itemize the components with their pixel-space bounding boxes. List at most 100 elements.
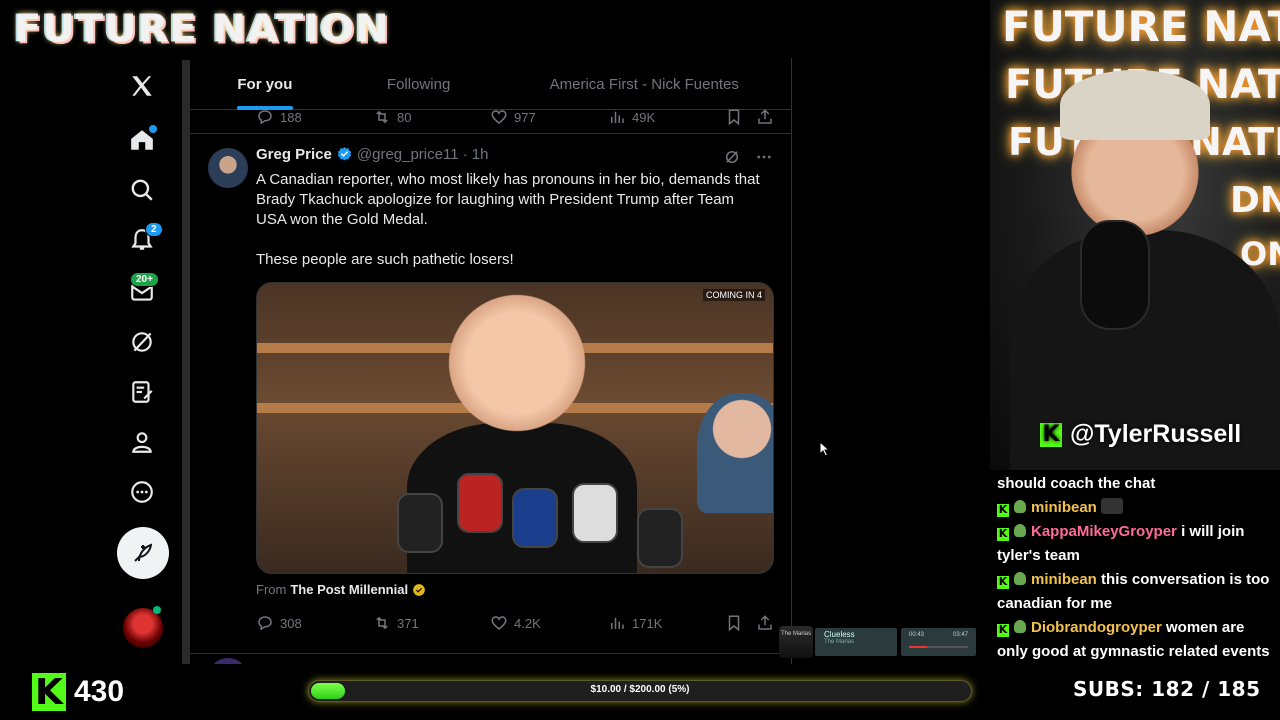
repost-count: 80 bbox=[397, 109, 412, 125]
kick-logo-icon: K bbox=[1040, 422, 1062, 447]
tweet-header: Greg Price @greg_price11 · 1h bbox=[256, 146, 488, 163]
chat-text: should coach the chat bbox=[997, 475, 1156, 492]
kick-badge-icon: K bbox=[997, 527, 1009, 541]
analytics-icon bbox=[611, 617, 624, 629]
bookmark-icon bbox=[728, 615, 740, 632]
song-artist: The Marias bbox=[824, 639, 855, 645]
song-total: 03:47 bbox=[952, 632, 968, 638]
account-status-dot bbox=[153, 606, 161, 614]
notifications-badge: 2 bbox=[145, 222, 163, 237]
mouse-cursor-icon bbox=[819, 441, 831, 457]
tab-america-first[interactable]: America First - Nick Fuentes bbox=[497, 58, 791, 110]
song-progress-fill bbox=[909, 646, 927, 648]
webcam-feed: FUTURE NATION FUTURE NATION FUTURE NATIO… bbox=[990, 0, 1280, 470]
share-icon bbox=[758, 615, 772, 630]
repost-count: 371 bbox=[397, 615, 419, 631]
repost-icon bbox=[376, 616, 388, 630]
stream-title: FUTURE NATION bbox=[14, 7, 390, 51]
grok-explain-icon[interactable] bbox=[723, 148, 741, 166]
messages-badge: 20+ bbox=[130, 272, 159, 287]
reply-icon bbox=[258, 616, 272, 631]
chat-emote-icon bbox=[1101, 498, 1124, 514]
pepe-badge-icon bbox=[1014, 524, 1026, 537]
tweet-timestamp[interactable]: · 1h bbox=[463, 146, 489, 163]
chat-username: KappaMikeyGroyper bbox=[1031, 523, 1177, 540]
x-logo-icon[interactable] bbox=[118, 62, 166, 110]
tweet-body: A Canadian reporter, who most likely has… bbox=[256, 170, 761, 270]
sidebar-scrollbar[interactable] bbox=[182, 60, 190, 664]
now-playing-song: Clueless The Marias bbox=[815, 628, 897, 656]
timeline-tabs: For you Following America First - Nick F… bbox=[190, 58, 791, 110]
reply-count: 188 bbox=[280, 109, 302, 125]
views-count: 49K bbox=[632, 109, 656, 125]
profile-icon[interactable] bbox=[118, 418, 166, 466]
compose-post-button[interactable] bbox=[117, 527, 169, 579]
more-icon[interactable] bbox=[118, 468, 166, 516]
tweet-author-handle[interactable]: @greg_price11 bbox=[357, 146, 459, 163]
views-button[interactable]: 171K bbox=[608, 614, 662, 632]
repost-button[interactable]: 80 bbox=[373, 108, 411, 126]
share-button[interactable] bbox=[756, 614, 774, 632]
tweet-video[interactable]: COMING IN 4 bbox=[256, 282, 774, 574]
x-sidebar: 2 20+ bbox=[0, 58, 182, 668]
neon-sign-text: DN bbox=[1230, 180, 1280, 221]
song-progress: 00:43 03:47 bbox=[901, 628, 976, 656]
views-button[interactable]: 49K bbox=[608, 108, 655, 126]
bookmark-button[interactable] bbox=[725, 614, 743, 632]
heart-icon bbox=[491, 110, 507, 124]
chat-message: should coach the chat bbox=[997, 472, 1273, 496]
home-icon[interactable] bbox=[118, 116, 166, 164]
verified-badge-icon bbox=[337, 147, 352, 161]
like-count: 4.2K bbox=[514, 615, 541, 631]
chat-username: minibean bbox=[1031, 571, 1097, 588]
source-name[interactable]: The Post Millennial bbox=[290, 582, 408, 597]
kick-badge-icon: K bbox=[997, 623, 1009, 637]
music-logo: The Marias bbox=[779, 626, 813, 658]
next-tweet-avatar[interactable] bbox=[208, 658, 248, 664]
reply-button[interactable]: 308 bbox=[256, 614, 302, 632]
subs-counter: SUBS: 182 / 185 bbox=[1073, 677, 1261, 701]
chat-message: Kminibean this conversation is too canad… bbox=[997, 568, 1273, 616]
kick-badge-icon: K bbox=[997, 503, 1009, 517]
repost-button[interactable]: 371 bbox=[373, 614, 419, 632]
microphone bbox=[512, 488, 558, 548]
chat-message: K Diobrandogroyper women are only good at… bbox=[997, 616, 1273, 664]
reply-icon bbox=[258, 110, 272, 125]
account-avatar[interactable] bbox=[123, 608, 163, 648]
kick-logo-icon: K bbox=[32, 672, 66, 713]
reply-button[interactable]: 188 bbox=[256, 108, 302, 126]
feather-icon bbox=[134, 543, 153, 562]
streamer-hat bbox=[1060, 70, 1210, 140]
repost-icon bbox=[376, 110, 388, 124]
tweet[interactable]: Greg Price @greg_price11 · 1h A Canadian… bbox=[190, 134, 791, 654]
previous-tweet-actions: 188 80 977 49K bbox=[190, 108, 791, 134]
notifications-icon[interactable]: 2 bbox=[118, 216, 166, 264]
share-button[interactable] bbox=[756, 108, 774, 126]
grok-icon[interactable] bbox=[118, 318, 166, 366]
bookmark-icon bbox=[728, 109, 740, 126]
share-icon bbox=[758, 109, 772, 124]
like-button[interactable]: 4.2K bbox=[490, 614, 541, 632]
donation-goal-text: $10.00 / $200.00 (5%) bbox=[590, 684, 690, 695]
messages-icon[interactable]: 20+ bbox=[118, 268, 166, 316]
neon-sign-text: FUTURE NATION bbox=[1002, 2, 1280, 51]
home-unread-dot bbox=[149, 125, 157, 133]
player-face bbox=[447, 291, 587, 451]
streamer-name: @TylerRussell bbox=[1070, 420, 1242, 448]
gold-verified-icon bbox=[413, 583, 425, 596]
bookmark-button[interactable] bbox=[725, 108, 743, 126]
more-options-icon[interactable] bbox=[755, 148, 773, 166]
lists-icon[interactable] bbox=[118, 368, 166, 416]
microphone bbox=[637, 508, 683, 568]
analytics-icon bbox=[611, 111, 624, 123]
tab-following[interactable]: Following bbox=[340, 58, 498, 110]
kick-badge-icon: K bbox=[997, 575, 1009, 589]
song-elapsed: 00:43 bbox=[909, 632, 925, 638]
tweet-author-name[interactable]: Greg Price bbox=[256, 146, 332, 163]
like-button[interactable]: 977 bbox=[490, 108, 536, 126]
tab-for-you[interactable]: For you bbox=[190, 58, 340, 110]
song-title: Clueless bbox=[824, 630, 855, 639]
microphone bbox=[397, 493, 443, 553]
search-icon[interactable] bbox=[118, 166, 166, 214]
tweet-author-avatar[interactable] bbox=[208, 148, 248, 188]
